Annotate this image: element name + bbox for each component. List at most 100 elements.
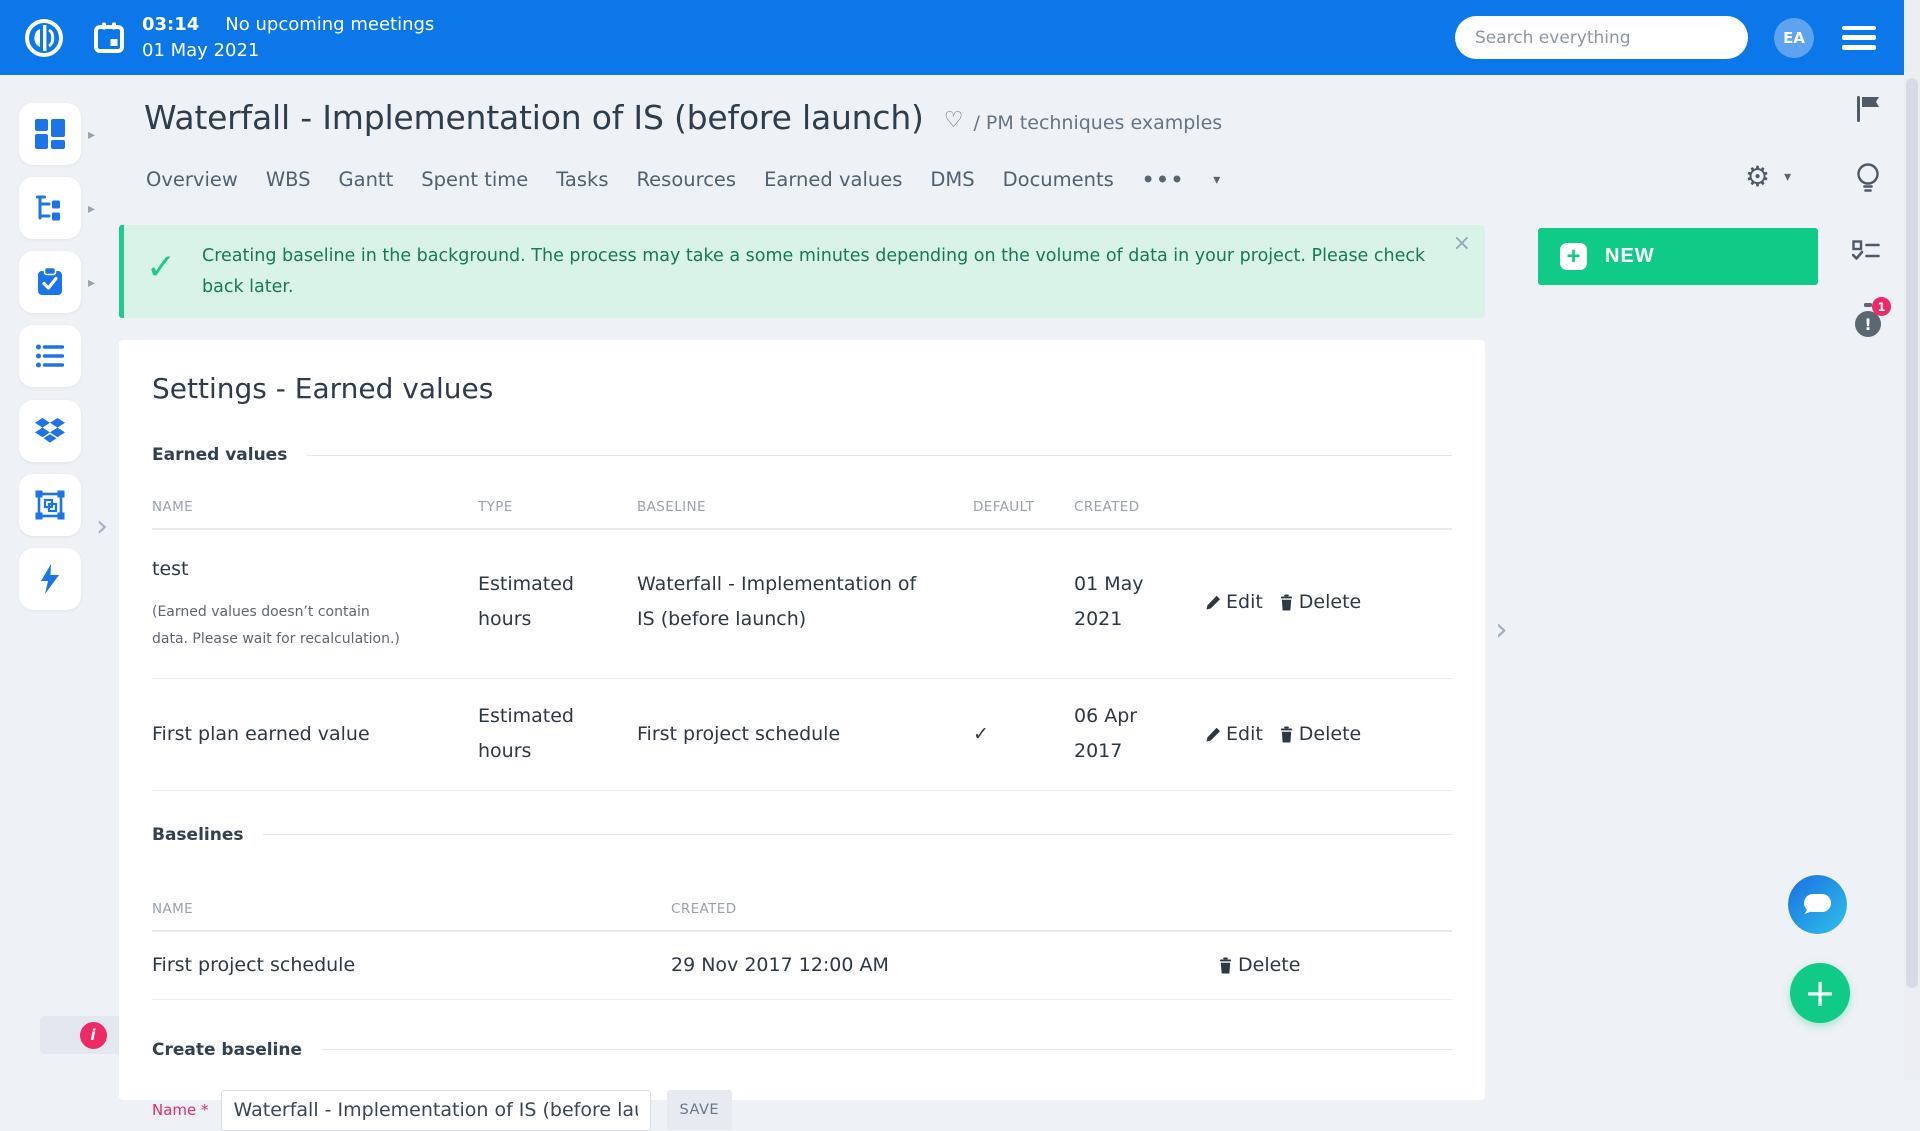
sidebar-item-quick[interactable] (19, 548, 81, 610)
wbs-tree-icon (36, 194, 64, 222)
hamburger-menu-icon[interactable] (1842, 26, 1876, 50)
ev-type: Estimated hours (478, 567, 590, 637)
save-button[interactable]: SAVE (667, 1090, 733, 1130)
ev-name: test (152, 552, 478, 587)
checklist-icon[interactable] (1852, 240, 1880, 262)
create-baseline-form: Name * SAVE (152, 1090, 1452, 1131)
plus-icon: + (1560, 243, 1587, 270)
tab-dms[interactable]: DMS (930, 168, 974, 191)
ev-name: First plan earned value (152, 717, 478, 752)
column-header-name: NAME (152, 499, 478, 515)
sidebar-item-tasks[interactable] (19, 251, 81, 313)
flag-icon[interactable] (1856, 95, 1880, 123)
delete-button[interactable]: Delete (1279, 591, 1361, 613)
meeting-info: 03:14 No upcoming meetings 01 May 2021 (142, 12, 434, 64)
info-icon: i (80, 1022, 107, 1049)
dropbox-icon (35, 418, 65, 444)
tasks-clipboard-icon (36, 267, 64, 297)
column-header-created: CREATED (671, 901, 1218, 917)
sidebar-item-dropbox[interactable] (19, 400, 81, 462)
table-row: test (Earned values doesn’t contain data… (152, 530, 1452, 679)
check-icon: ✓ (146, 247, 176, 288)
tab-overview[interactable]: Overview (146, 168, 238, 191)
tab-gantt[interactable]: Gantt (339, 168, 394, 191)
project-tabs: Overview WBS Gantt Spent time Tasks Reso… (146, 168, 1220, 191)
create-baseline-legend: Create baseline (152, 1040, 302, 1060)
ev-created: 01 May 2021 (1074, 567, 1156, 637)
column-header-created: CREATED (1074, 499, 1206, 515)
panel-expand-icon[interactable]: › (1495, 610, 1508, 648)
tab-tasks[interactable]: Tasks (556, 168, 608, 191)
tab-spent-time[interactable]: Spent time (421, 168, 528, 191)
trash-icon (1218, 957, 1233, 974)
breadcrumb[interactable]: / PM techniques examples (973, 112, 1222, 134)
column-header-baseline: BASELINE (637, 499, 973, 515)
frame-capture-icon (35, 490, 65, 520)
table-row: First project schedule 29 Nov 2017 12:00… (152, 932, 1452, 1000)
new-button-label: NEW (1605, 245, 1655, 268)
table-row: First plan earned value Estimated hours … (152, 679, 1452, 790)
sidebar-expand-icon[interactable]: › (96, 512, 108, 542)
default-check-icon: ✓ (973, 717, 1074, 752)
meeting-status: No upcoming meetings (225, 12, 434, 38)
edit-button[interactable]: Edit (1206, 723, 1263, 745)
gear-icon[interactable]: ⚙ (1745, 163, 1770, 191)
tab-more[interactable]: ••• (1142, 168, 1185, 191)
sidebar-item-capture[interactable] (19, 474, 81, 536)
dashboard-icon (35, 119, 65, 149)
tab-resources[interactable]: Resources (637, 168, 737, 191)
list-icon (36, 344, 64, 368)
page-title: Waterfall - Implementation of IS (before… (144, 98, 924, 137)
scrollbar-thumb[interactable] (1906, 78, 1918, 988)
pencil-icon (1206, 727, 1221, 742)
baseline-created: 29 Nov 2017 12:00 AM (671, 948, 1218, 983)
ev-type: Estimated hours (478, 699, 590, 769)
avatar[interactable]: EA (1774, 18, 1814, 58)
column-header-default: DEFAULT (973, 499, 1074, 515)
divider (263, 834, 1452, 835)
chevron-right-icon[interactable]: ▸ (88, 127, 95, 143)
chevron-down-icon[interactable]: ▾ (1784, 169, 1791, 185)
column-header-name: NAME (152, 901, 671, 917)
ev-baseline: Waterfall - Implementation of IS (before… (637, 567, 922, 637)
column-header-type: TYPE (478, 499, 637, 515)
trash-icon (1279, 726, 1294, 743)
trash-icon (1279, 594, 1294, 611)
tab-wbs[interactable]: WBS (266, 168, 311, 191)
edit-button[interactable]: Edit (1206, 591, 1263, 613)
pencil-icon (1206, 595, 1221, 610)
alert-message: Creating baseline in the background. The… (202, 241, 1457, 303)
lightning-icon (38, 564, 62, 594)
sidebar-item-dashboard[interactable] (19, 103, 81, 165)
chevron-right-icon[interactable]: ▸ (88, 201, 95, 217)
divider (322, 1049, 1452, 1050)
current-date: 01 May 2021 (142, 38, 434, 64)
required-mark: * (201, 1101, 209, 1119)
close-icon[interactable]: × (1453, 231, 1471, 256)
delete-button[interactable]: Delete (1218, 954, 1300, 976)
tab-documents[interactable]: Documents (1003, 168, 1114, 191)
calendar-icon[interactable] (94, 22, 124, 54)
plus-icon: + (1804, 974, 1836, 1012)
tab-earned-values[interactable]: Earned values (764, 168, 902, 191)
settings-panel: Settings - Earned values Earned values N… (119, 340, 1485, 1100)
ev-note: (Earned values doesn’t contain data. Ple… (152, 599, 407, 652)
chevron-right-icon[interactable]: ▸ (88, 275, 95, 291)
svg-text:!: ! (1864, 315, 1871, 334)
search-input[interactable] (1455, 16, 1748, 59)
delete-button[interactable]: Delete (1279, 723, 1361, 745)
chevron-down-icon[interactable]: ▾ (1213, 172, 1220, 188)
add-button[interactable]: + (1790, 963, 1850, 1023)
new-button[interactable]: + NEW (1538, 228, 1818, 285)
ev-baseline: First project schedule (637, 717, 922, 752)
success-alert: ✓ Creating baseline in the background. T… (119, 225, 1485, 318)
baseline-name-input[interactable] (221, 1090, 651, 1131)
divider (307, 455, 1452, 456)
chat-button[interactable] (1788, 875, 1847, 934)
favorite-heart-icon[interactable]: ♡ (944, 108, 964, 133)
sidebar-item-wbs[interactable] (19, 177, 81, 239)
sidebar-item-list[interactable] (19, 325, 81, 387)
app-logo-icon[interactable] (24, 18, 64, 58)
lightbulb-icon[interactable] (1855, 162, 1881, 196)
earned-values-legend: Earned values (152, 445, 287, 465)
